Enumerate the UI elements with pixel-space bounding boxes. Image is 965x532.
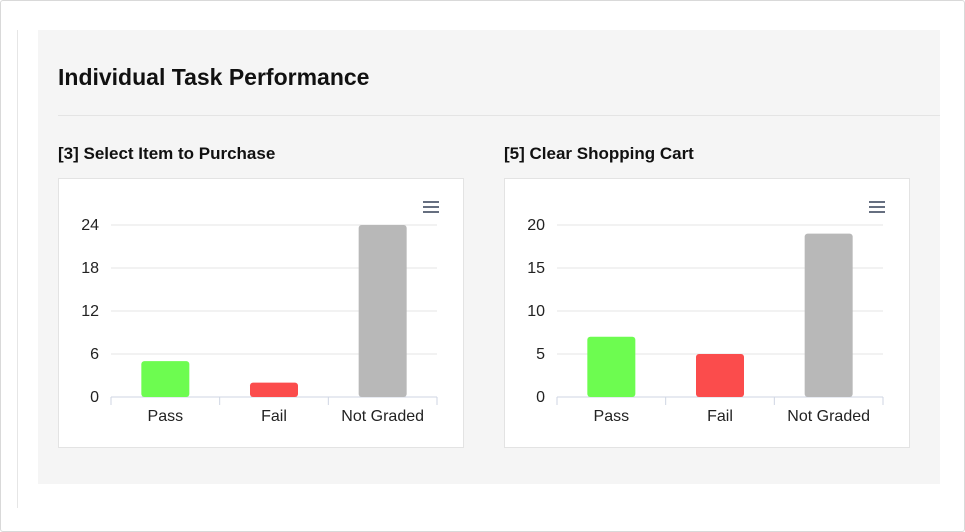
x-tick-label: Not Graded — [787, 408, 870, 425]
bar-not-graded — [804, 233, 853, 397]
bar-not-graded — [358, 225, 407, 397]
y-tick-label: 15 — [527, 260, 545, 277]
chart-card-select-item: 0 6 12 18 24 Pass Fail Not Graded — [58, 178, 464, 448]
left-rule — [17, 30, 18, 508]
page-title: Individual Task Performance — [58, 64, 370, 90]
y-tick-label: 20 — [527, 217, 545, 234]
bar-pass — [141, 361, 190, 397]
x-tick-label: Pass — [148, 408, 184, 425]
y-tick-label: 6 — [90, 346, 99, 363]
y-tick-label: 0 — [536, 389, 545, 406]
y-tick-label: 10 — [527, 303, 545, 320]
y-tick-label: 24 — [81, 217, 99, 234]
bar-fail — [696, 354, 744, 397]
x-tick-label: Fail — [261, 408, 287, 425]
x-tick-label: Pass — [594, 408, 630, 425]
chart-card-clear-cart: 0 5 10 15 20 Pass Fail Not Graded — [504, 178, 910, 448]
bar-fail — [250, 382, 298, 397]
bar-chart-select-item: 0 6 12 18 24 Pass Fail Not Graded — [81, 217, 438, 425]
chart-title-clear-cart: [5] Clear Shopping Cart — [504, 144, 694, 163]
task-performance-panel: Individual Task Performance [3] Select I… — [38, 30, 940, 484]
bar-pass — [587, 336, 636, 397]
panel-divider — [58, 115, 940, 116]
x-tick-label: Fail — [707, 408, 733, 425]
y-tick-label: 18 — [81, 260, 99, 277]
bar-chart-clear-cart: 0 5 10 15 20 Pass Fail Not Graded — [527, 217, 884, 425]
y-tick-label: 0 — [90, 389, 99, 406]
y-tick-label: 12 — [81, 303, 99, 320]
y-tick-label: 5 — [536, 346, 545, 363]
x-tick-label: Not Graded — [341, 408, 424, 425]
chart-title-select-item: [3] Select Item to Purchase — [58, 144, 276, 163]
